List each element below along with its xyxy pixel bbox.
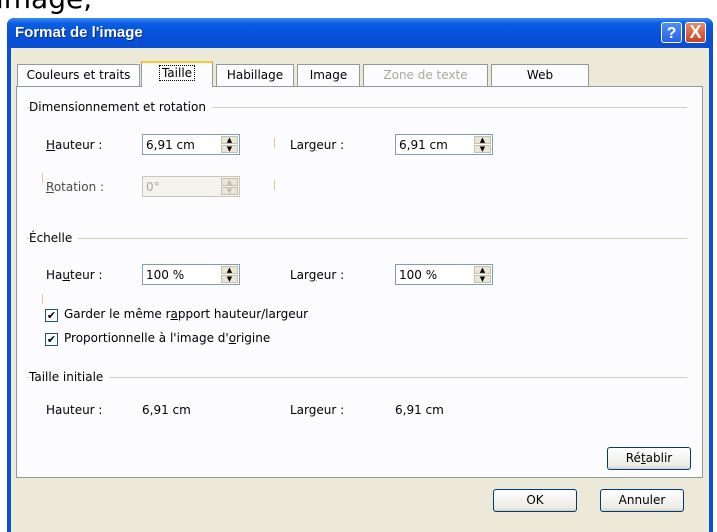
tab-panel-taille: Dimensionnement et rotation Hauteur : 6,… bbox=[16, 86, 703, 478]
title-bar[interactable]: Format de l'image ? X bbox=[7, 18, 713, 48]
dialog-body: Couleurs et traits Taille Habillage Imag… bbox=[11, 48, 709, 532]
spin-down-icon: ▼ bbox=[221, 187, 238, 195]
tab-label: Couleurs et traits bbox=[26, 68, 131, 82]
spin-buttons[interactable]: ▲ ▼ bbox=[474, 136, 491, 153]
spin-buttons[interactable]: ▲ ▼ bbox=[221, 136, 238, 153]
window-title: Format de l'image bbox=[15, 24, 143, 41]
original-height-label: Hauteur : bbox=[46, 403, 103, 417]
rotation-label: Rotation : bbox=[46, 180, 105, 194]
tab-label: Web bbox=[526, 68, 554, 82]
help-button[interactable]: ? bbox=[661, 22, 682, 43]
reset-button[interactable]: Rétablir bbox=[607, 447, 691, 470]
rotation-spinbox: 0° ▲ ▼ bbox=[142, 176, 240, 197]
scale-width-label: Largeur : bbox=[290, 268, 345, 282]
spin-up-icon[interactable]: ▲ bbox=[474, 266, 491, 274]
original-height-value: 6,91 cm bbox=[142, 403, 191, 417]
group-title-size-rotation: Dimensionnement et rotation bbox=[29, 100, 212, 114]
close-button[interactable]: X bbox=[685, 22, 706, 43]
tab-habillage[interactable]: Habillage bbox=[216, 64, 294, 86]
lock-ratio-label[interactable]: Garder le même rapport hauteur/largeur bbox=[64, 307, 308, 321]
spin-up-icon: ▲ bbox=[221, 178, 238, 186]
original-width-value: 6,91 cm bbox=[395, 403, 444, 417]
cancel-button[interactable]: Annuler bbox=[600, 489, 684, 512]
group-divider bbox=[27, 238, 687, 239]
checkmark-icon: ✔ bbox=[46, 333, 57, 346]
width-value: 6,91 cm bbox=[399, 138, 448, 152]
group-title-original-size: Taille initiale bbox=[29, 370, 110, 384]
scale-height-spinbox[interactable]: 100 % ▲ ▼ bbox=[142, 264, 240, 285]
format-image-dialog: Format de l'image ? X Couleurs et traits… bbox=[7, 18, 713, 532]
spin-up-icon[interactable]: ▲ bbox=[221, 266, 238, 274]
close-icon: X bbox=[689, 22, 702, 42]
tab-web[interactable]: Web bbox=[491, 64, 589, 86]
tab-label: Taille bbox=[158, 65, 196, 81]
scale-height-value: 100 % bbox=[146, 268, 185, 282]
spin-buttons[interactable]: ▲ ▼ bbox=[474, 266, 491, 283]
spin-down-icon[interactable]: ▼ bbox=[221, 275, 238, 283]
spin-up-icon[interactable]: ▲ bbox=[221, 136, 238, 144]
tab-zone-de-texte: Zone de texte bbox=[363, 64, 488, 86]
tab-taille[interactable]: Taille bbox=[141, 61, 213, 87]
height-spinbox[interactable]: 6,91 cm ▲ ▼ bbox=[142, 134, 240, 155]
group-title-scale: Échelle bbox=[29, 231, 79, 245]
label-tick bbox=[274, 138, 275, 148]
spin-buttons: ▲ ▼ bbox=[221, 178, 238, 195]
label-tick bbox=[42, 173, 43, 183]
tab-couleurs-et-traits[interactable]: Couleurs et traits bbox=[17, 64, 140, 86]
tab-label: Zone de texte bbox=[383, 68, 468, 82]
ok-button[interactable]: OK bbox=[493, 489, 577, 512]
scale-width-spinbox[interactable]: 100 % ▲ ▼ bbox=[395, 264, 493, 285]
tab-label: Habillage bbox=[226, 68, 284, 82]
tab-image[interactable]: Image bbox=[297, 64, 360, 86]
height-label: Hauteur : bbox=[46, 138, 103, 152]
background-text: image, bbox=[0, 0, 92, 15]
original-width-label: Largeur : bbox=[290, 403, 345, 417]
spin-buttons[interactable]: ▲ ▼ bbox=[221, 266, 238, 283]
width-spinbox[interactable]: 6,91 cm ▲ ▼ bbox=[395, 134, 493, 155]
spin-up-icon[interactable]: ▲ bbox=[474, 136, 491, 144]
scale-height-label: Hauteur : bbox=[46, 268, 103, 282]
help-icon: ? bbox=[666, 25, 677, 42]
relative-original-checkbox[interactable]: ✔ bbox=[45, 333, 58, 346]
relative-original-label[interactable]: Proportionnelle à l'image d'origine bbox=[64, 331, 270, 345]
width-label: Largeur : bbox=[290, 138, 345, 152]
spin-down-icon[interactable]: ▼ bbox=[221, 145, 238, 153]
group-divider bbox=[27, 377, 687, 378]
label-tick bbox=[274, 180, 275, 190]
rotation-value: 0° bbox=[146, 180, 160, 194]
checkmark-icon: ✔ bbox=[46, 309, 57, 322]
height-value: 6,91 cm bbox=[146, 138, 195, 152]
label-tick bbox=[42, 294, 43, 304]
spin-down-icon[interactable]: ▼ bbox=[474, 275, 491, 283]
tab-label: Image bbox=[309, 68, 348, 82]
lock-ratio-checkbox[interactable]: ✔ bbox=[45, 309, 58, 322]
spin-down-icon[interactable]: ▼ bbox=[474, 145, 491, 153]
scale-width-value: 100 % bbox=[399, 268, 438, 282]
